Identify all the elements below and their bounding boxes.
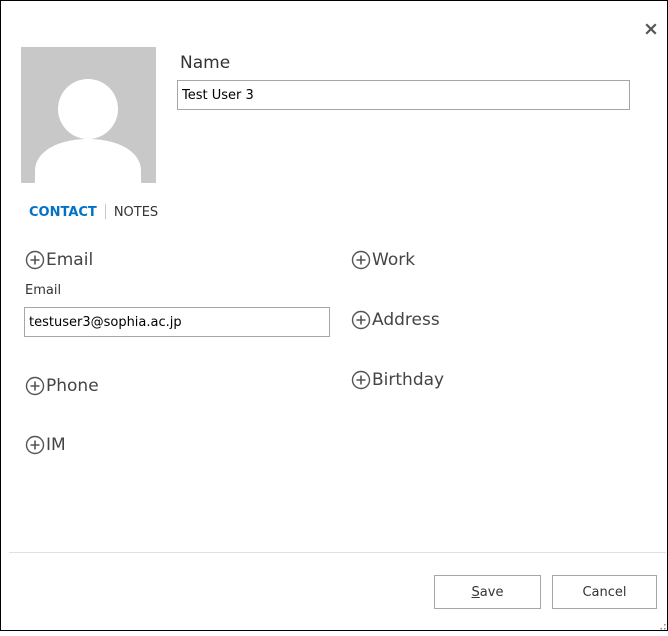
tab-contact[interactable]: CONTACT [29, 205, 97, 220]
add-birthday-button[interactable]: Birthday [351, 370, 444, 390]
contact-dialog: Name CONTACT NOTES Email Email Phone IM [0, 0, 668, 631]
resize-grip-icon[interactable] [659, 617, 667, 630]
tab-notes[interactable]: NOTES [114, 205, 158, 220]
add-birthday-label: Birthday [372, 370, 445, 390]
email-input[interactable] [24, 307, 330, 337]
cancel-button[interactable]: Cancel [552, 575, 657, 609]
add-im-label: IM [46, 435, 66, 455]
add-circle-icon [351, 370, 371, 390]
name-label: Name [180, 53, 231, 73]
add-circle-icon [351, 310, 371, 330]
name-input[interactable] [177, 80, 630, 110]
add-address-label: Address [372, 310, 440, 330]
add-circle-icon [25, 250, 45, 270]
add-phone-label: Phone [46, 376, 99, 396]
close-icon[interactable] [644, 21, 658, 35]
tab-bar: CONTACT NOTES [29, 204, 158, 220]
add-email-label: Email [46, 250, 94, 270]
add-work-label: Work [372, 250, 416, 270]
add-work-button[interactable]: Work [351, 250, 415, 270]
add-im-button[interactable]: IM [25, 435, 66, 455]
save-accelerator: S [471, 584, 480, 600]
add-email-button[interactable]: Email [25, 250, 93, 270]
footer-divider [9, 552, 666, 553]
add-circle-icon [25, 435, 45, 455]
tab-separator [104, 204, 106, 219]
avatar[interactable] [21, 47, 156, 183]
add-circle-icon [351, 250, 371, 270]
save-label-rest: ave [479, 584, 504, 600]
add-phone-button[interactable]: Phone [25, 376, 99, 396]
save-button[interactable]: Save [434, 575, 541, 609]
email-field-label: Email [25, 283, 62, 298]
person-silhouette-icon [35, 79, 141, 183]
add-address-button[interactable]: Address [351, 310, 440, 330]
add-circle-icon [25, 376, 45, 396]
